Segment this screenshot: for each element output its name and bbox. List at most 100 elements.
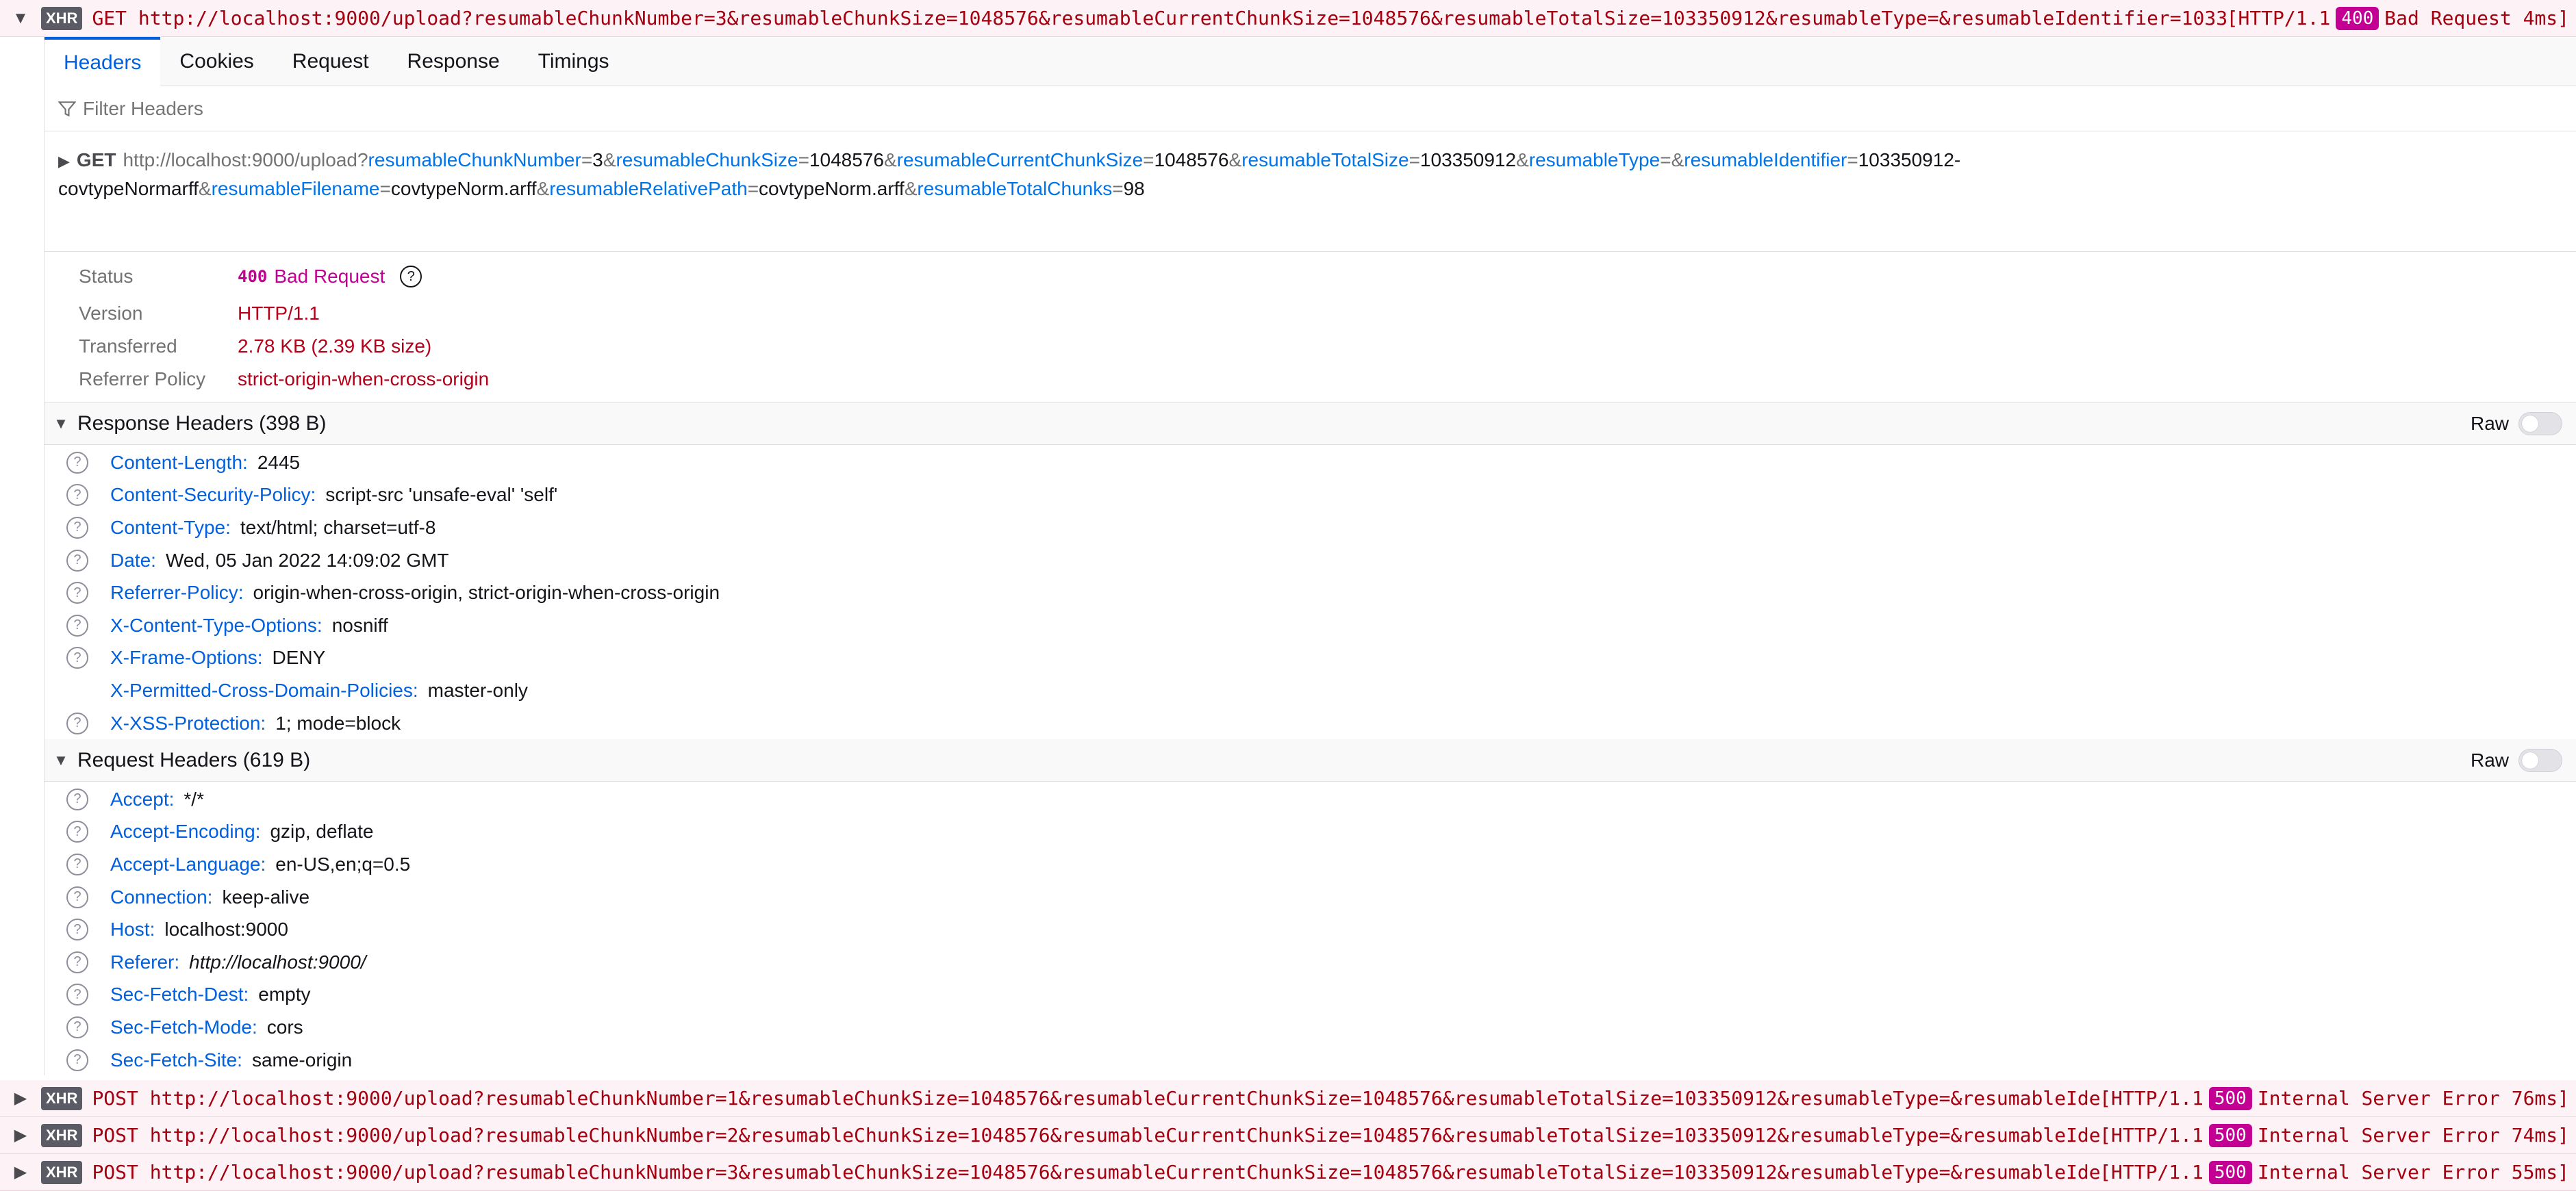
header-name: Accept:	[110, 788, 175, 810]
url-param-value: covtypeNorm.arff	[390, 178, 537, 199]
help-icon[interactable]: ?	[66, 451, 88, 474]
header-row[interactable]: ? X-Frame-Options: DENY	[45, 642, 2576, 675]
tab-cookies[interactable]: Cookies	[160, 37, 273, 86]
help-icon[interactable]: ?	[66, 549, 88, 572]
filter-bar	[45, 86, 2576, 131]
transferred-label: Transferred	[79, 335, 177, 357]
header-row[interactable]: ? Connection: keep-alive	[45, 881, 2576, 914]
url-param-key: resumableTotalChunks	[917, 178, 1113, 199]
header-row[interactable]: ? Accept-Language: en-US,en;q=0.5	[45, 848, 2576, 881]
status-code: 400	[238, 267, 268, 286]
header-row[interactable]: X-Permitted-Cross-Domain-Policies: master…	[45, 674, 2576, 707]
help-icon[interactable]: ?	[66, 951, 88, 973]
header-row[interactable]: ? Content-Security-Policy: script-src 'uns…	[45, 479, 2576, 512]
raw-toggle-request[interactable]: Raw	[2471, 739, 2562, 782]
filter-headers-input[interactable]	[83, 97, 631, 120]
expand-url-triangle-icon[interactable]: ▶	[58, 153, 70, 170]
raw-toggle-switch[interactable]	[2518, 412, 2562, 435]
help-icon[interactable]: ?	[66, 984, 88, 1006]
collapse-triangle-icon[interactable]: ▼	[0, 0, 41, 36]
url-param-value: 98	[1123, 178, 1145, 199]
status-suffix: Bad Request 4ms]	[2384, 7, 2569, 29]
url-param-value: 1048576	[1154, 149, 1229, 170]
header-row[interactable]: ? X-XSS-Protection: 1; mode=block	[45, 707, 2576, 740]
url-param-value: 3	[592, 149, 603, 170]
header-row[interactable]: ? Host: localhost:9000	[45, 913, 2576, 946]
request-url-line[interactable]: POST http://localhost:9000/upload?resuma…	[92, 1124, 2099, 1147]
expand-triangle-icon[interactable]: ▶	[0, 1154, 41, 1190]
expand-triangle-icon[interactable]: ▶	[0, 1117, 41, 1153]
help-icon[interactable]: ?	[66, 1016, 88, 1038]
help-icon[interactable]: ?	[66, 516, 88, 539]
header-row[interactable]: ? Sec-Fetch-Dest: empty	[45, 979, 2576, 1012]
header-help-slot: ?	[45, 853, 110, 875]
url-separator: &	[1671, 149, 1684, 170]
referrer-policy-value: strict-origin-when-cross-origin	[238, 368, 490, 389]
header-row[interactable]: ? Accept: */*	[45, 783, 2576, 816]
header-row[interactable]: ? Accept-Encoding: gzip, deflate	[45, 816, 2576, 849]
header-row[interactable]: ? Sec-Fetch-Site: same-origin	[45, 1044, 2576, 1077]
header-help-slot: ?	[45, 647, 110, 669]
request-url-line[interactable]: POST http://localhost:9000/upload?resuma…	[92, 1087, 2099, 1110]
xhr-badge: XHR	[41, 1160, 83, 1184]
header-row[interactable]: ? Referer: http://localhost:9000/	[45, 946, 2576, 979]
request-url-text: http://localhost:9000/upload?resumableCh…	[58, 149, 1960, 199]
header-help-slot: ?	[45, 951, 110, 973]
expand-triangle-icon[interactable]: ▶	[0, 1080, 41, 1116]
header-row[interactable]: ? Content-Length: 2445	[45, 446, 2576, 479]
request-status: [HTTP/1.1 500 Internal Server Error 76ms]	[2099, 1086, 2576, 1110]
request-headers-title: Request Headers (619 B)	[77, 748, 311, 771]
request-url-line[interactable]: GET http://localhost:9000/upload?resumab…	[92, 7, 2226, 29]
url-param-key: resumableCurrentChunkSize	[896, 149, 1144, 170]
header-row[interactable]: ? Content-Type: text/html; charset=utf-8	[45, 511, 2576, 544]
raw-label: Raw	[2470, 413, 2509, 434]
response-headers-section-header[interactable]: ▼ Response Headers (398 B) Raw	[45, 402, 2576, 445]
help-icon[interactable]: ?	[66, 821, 88, 843]
header-value: keep-alive	[222, 886, 310, 908]
help-icon[interactable]: ?	[66, 712, 88, 734]
help-icon[interactable]: ?	[66, 1049, 88, 1071]
header-help-slot: ?	[45, 984, 110, 1006]
header-help-slot: ?	[45, 1049, 110, 1071]
header-name: Referer:	[110, 951, 180, 973]
collapse-triangle-icon[interactable]: ▼	[45, 752, 77, 769]
request-headers-section-header[interactable]: ▼ Request Headers (619 B) Raw	[45, 739, 2576, 782]
xhr-request-row[interactable]: ▶ XHR POST http://localhost:9000/upload?re…	[0, 1154, 2576, 1191]
collapse-triangle-icon[interactable]: ▼	[45, 415, 77, 433]
help-icon[interactable]: ?	[66, 582, 88, 604]
header-name: Connection:	[110, 886, 213, 908]
request-url-summary[interactable]: ▶ GET http://localhost:9000/upload?resumab…	[45, 131, 2576, 252]
header-name: Content-Length:	[110, 451, 248, 473]
header-value: localhost:9000	[164, 919, 288, 940]
tab-response[interactable]: Response	[388, 37, 519, 86]
header-value: origin-when-cross-origin, strict-origin-…	[253, 582, 720, 604]
help-icon[interactable]: ?	[66, 919, 88, 941]
status-suffix: Internal Server Error 76ms]	[2257, 1087, 2569, 1110]
request-url-line[interactable]: POST http://localhost:9000/upload?resuma…	[92, 1161, 2099, 1183]
help-icon[interactable]: ?	[66, 788, 88, 810]
url-separator: =	[1409, 149, 1420, 170]
version-label: Version	[79, 303, 143, 324]
raw-toggle-switch[interactable]	[2518, 749, 2562, 772]
xhr-request-row[interactable]: ▶ XHR POST http://localhost:9000/upload?re…	[0, 1117, 2576, 1154]
tab-headers[interactable]: Headers	[45, 37, 161, 86]
help-icon[interactable]: ?	[66, 614, 88, 637]
header-row[interactable]: ? X-Content-Type-Options: nosniff	[45, 609, 2576, 642]
network-details-panel: HeadersCookiesRequestResponseTimings ▶ GE…	[44, 37, 2576, 1104]
help-icon[interactable]: ?	[400, 266, 422, 287]
raw-toggle-response[interactable]: Raw	[2471, 402, 2562, 445]
help-icon[interactable]: ?	[66, 484, 88, 507]
tab-timings[interactable]: Timings	[519, 37, 629, 86]
tab-request[interactable]: Request	[273, 37, 388, 86]
xhr-request-row-expanded[interactable]: ▼ XHR GET http://localhost:9000/upload?r…	[0, 0, 2576, 37]
help-icon[interactable]: ?	[66, 647, 88, 669]
header-row[interactable]: ? Date: Wed, 05 Jan 2022 14:09:02 GMT	[45, 544, 2576, 577]
header-row[interactable]: ? Sec-Fetch-Mode: cors	[45, 1011, 2576, 1044]
help-icon[interactable]: ?	[66, 886, 88, 908]
xhr-request-row[interactable]: ▶ XHR POST http://localhost:9000/upload?re…	[0, 1080, 2576, 1117]
header-value: cors	[266, 1016, 303, 1038]
help-icon[interactable]: ?	[66, 853, 88, 875]
header-name: Sec-Fetch-Site:	[110, 1049, 242, 1071]
header-row[interactable]: ? Referrer-Policy: origin-when-cross-origi…	[45, 576, 2576, 609]
url-param-value: 103350912	[1419, 149, 1517, 170]
